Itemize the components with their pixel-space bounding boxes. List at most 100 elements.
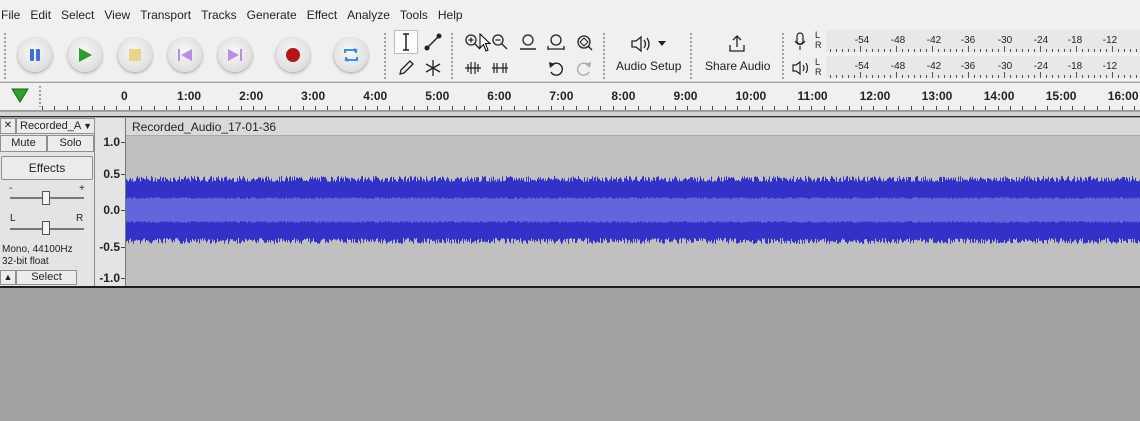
pan-slider-thumb[interactable] (42, 221, 50, 235)
timeline-label: 9:00 (673, 89, 698, 103)
toolbar-grip[interactable] (383, 32, 387, 80)
timeline-tick (663, 106, 664, 110)
meter-tick (902, 49, 903, 52)
timeline-tick (936, 106, 937, 110)
toolbar-grip[interactable] (689, 32, 693, 80)
timeline-tick (625, 106, 626, 110)
meter-tick (1136, 75, 1137, 78)
playback-meter-channels: L R (815, 57, 822, 77)
menu-help[interactable]: Help (434, 0, 469, 30)
timeline-tick (613, 106, 614, 110)
timeline-ruler[interactable]: 0 1:00 2:00 3:00 4:00 5:00 6:00 7:00 8:00 9:00 10:… (0, 83, 1140, 111)
pause-button[interactable] (18, 38, 52, 72)
trim-audio-button[interactable] (461, 56, 485, 80)
menu-transport[interactable]: Transport (136, 0, 197, 30)
meter-tick (1112, 72, 1113, 78)
timeline-tick (154, 106, 155, 110)
meter-tick-label: -12 (1102, 35, 1118, 46)
play-head-marker-icon[interactable] (11, 88, 29, 104)
meter-tick (1124, 75, 1125, 78)
meter-tick (854, 75, 855, 78)
timeline-tick (849, 106, 850, 110)
record-icon (286, 48, 300, 62)
mute-button[interactable]: Mute (0, 135, 47, 152)
meter-tick (992, 49, 993, 52)
meter-tick (1064, 75, 1065, 78)
meter-tick-label: -24 (1033, 35, 1049, 46)
draw-tool[interactable] (394, 56, 418, 80)
playback-meter[interactable]: -54 -48 -42 -36 -30 -24 -18 -12 (826, 56, 1140, 78)
meter-tick (992, 75, 993, 78)
playback-speaker-icon[interactable] (791, 59, 811, 77)
menu-edit[interactable]: Edit (26, 0, 57, 30)
skip-to-start-button[interactable] (168, 38, 202, 72)
redo-button[interactable] (572, 56, 596, 80)
menu-view[interactable]: View (100, 0, 136, 30)
menu-select[interactable]: Select (57, 0, 100, 30)
select-track-button[interactable]: Select (16, 270, 77, 285)
meter-tick-label: -12 (1102, 61, 1118, 72)
silence-audio-button[interactable] (488, 56, 512, 80)
timeline-tick (501, 106, 502, 110)
toolbar-grip[interactable] (602, 32, 606, 80)
zoom-out-button[interactable] (488, 30, 512, 54)
timeline-tick (414, 106, 415, 110)
envelope-tool[interactable] (421, 30, 445, 54)
skip-to-end-button[interactable] (218, 38, 252, 72)
close-track-button[interactable]: ✕ (0, 118, 16, 134)
play-button[interactable] (68, 38, 102, 72)
microphone-icon[interactable] (792, 32, 808, 52)
timeline-tick (563, 106, 564, 110)
timeline-grip[interactable] (38, 85, 42, 107)
meter-tick (1100, 49, 1101, 52)
timeline-tick (811, 106, 812, 110)
timeline-tick (514, 106, 515, 110)
menu-tools[interactable]: Tools (396, 0, 434, 30)
pencil-icon (399, 60, 414, 75)
meter-tick (974, 49, 975, 52)
effects-button[interactable]: Effects (1, 156, 93, 180)
fit-selection-button[interactable] (516, 30, 540, 54)
amplitude-label: 1.0 (103, 135, 120, 149)
meter-tick (1130, 49, 1131, 52)
loop-button[interactable] (334, 38, 368, 72)
solo-button[interactable]: Solo (47, 135, 94, 152)
gain-slider-thumb[interactable] (42, 191, 50, 205)
clip-title-bar[interactable]: Recorded_Audio_17-01-36 (126, 118, 1140, 136)
menu-analyze[interactable]: Analyze (343, 0, 396, 30)
undo-button[interactable] (544, 56, 568, 80)
timeline-tick (216, 106, 217, 110)
toolbar-grip[interactable] (450, 32, 454, 80)
meter-tick-label: -30 (997, 35, 1013, 46)
meter-tick (1040, 72, 1041, 78)
toolbar-grip[interactable] (3, 32, 7, 80)
collapse-track-button[interactable]: ▲ (0, 270, 16, 285)
multi-tool[interactable] (421, 56, 445, 80)
vertical-amplitude-ruler[interactable]: 1.0 0.5 0.0 -0.5 -1.0 (95, 118, 126, 286)
recording-meter[interactable]: -54 -48 -42 -36 -30 -24 -18 -12 (826, 30, 1140, 52)
meter-tick (1022, 75, 1023, 78)
selection-tool[interactable] (394, 30, 418, 54)
share-audio-button[interactable]: Share Audio (700, 30, 778, 80)
track-name-menu[interactable]: Recorded_A ▼ (16, 118, 95, 134)
gain-minus-label: - (9, 183, 13, 194)
zoom-toggle-button[interactable] (572, 30, 596, 54)
record-button[interactable] (276, 38, 310, 72)
menu-tracks[interactable]: Tracks (197, 0, 243, 30)
toolbar-grip[interactable] (781, 32, 785, 80)
timeline-label: 4:00 (363, 89, 388, 103)
stop-button[interactable] (118, 38, 152, 72)
timeline-label: 6:00 (487, 89, 512, 103)
menu-generate[interactable]: Generate (243, 0, 303, 30)
timeline-tick (1097, 106, 1098, 110)
timeline-label: 5:00 (425, 89, 450, 103)
fit-project-button[interactable] (544, 30, 568, 54)
timeline-tick (1109, 106, 1110, 110)
menu-effect[interactable]: Effect (303, 0, 343, 30)
audio-setup-button[interactable]: Audio Setup (612, 30, 686, 80)
waveform-area[interactable]: Recorded_Audio_17-01-36 (126, 118, 1140, 286)
timeline-tick (377, 106, 378, 110)
menu-file[interactable]: File (0, 0, 26, 30)
timeline-label: 8:00 (611, 89, 636, 103)
track-bottom-border (0, 286, 1140, 288)
